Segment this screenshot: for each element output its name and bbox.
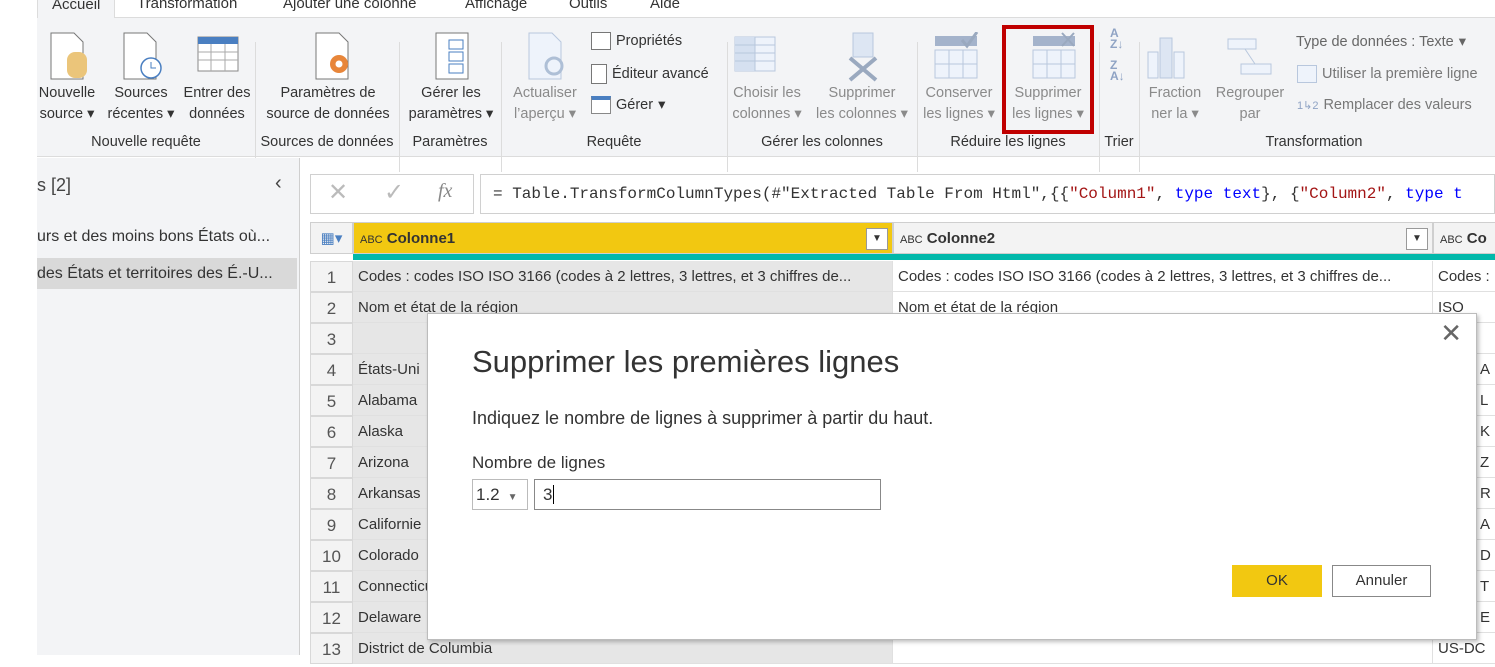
row-number[interactable]: 2 xyxy=(310,292,353,323)
data-source-settings-icon xyxy=(315,32,349,80)
text-type-icon: ABC xyxy=(900,234,923,246)
row-number[interactable]: 4 xyxy=(310,354,353,385)
choose-columns-button[interactable]: Choisir les colonnes ▾ xyxy=(727,83,807,125)
query-item-selected[interactable]: des États et territoires des É.-U... xyxy=(37,258,297,289)
row-number[interactable]: 1 xyxy=(310,261,353,292)
ok-button[interactable]: OK xyxy=(1232,565,1322,597)
advanced-editor-icon xyxy=(591,64,607,84)
sort-ascending-icon[interactable]: A Z↓ xyxy=(1110,27,1123,50)
row-number[interactable]: 13 xyxy=(310,633,353,664)
tab-affichage[interactable]: Affichage xyxy=(465,0,527,12)
enter-data-icon xyxy=(197,36,239,72)
group-by-button[interactable]: Regrouper par xyxy=(1209,83,1291,125)
choose-columns-icon xyxy=(734,36,776,72)
row-count-input[interactable]: 3 xyxy=(534,479,881,510)
tab-ajouter-colonne[interactable]: Ajouter une colonne xyxy=(283,0,416,12)
split-column-button[interactable]: Fraction ner la ▾ xyxy=(1141,83,1209,125)
use-first-row-button[interactable]: Utiliser la première ligne xyxy=(1297,65,1478,83)
query-item[interactable]: urs et des moins bons États où... xyxy=(37,221,297,252)
cancel-formula-icon[interactable]: ✕ xyxy=(328,178,348,207)
row-number[interactable]: 10 xyxy=(310,540,353,571)
text-type-icon: ABC xyxy=(360,234,383,246)
replace-values-button[interactable]: 1↳2 Remplacer des valeurs xyxy=(1297,97,1472,113)
column-header-1[interactable]: ABC Colonne1 ▼ xyxy=(353,222,893,254)
row-number[interactable]: 8 xyxy=(310,478,353,509)
group-label-parameters: Paramètres xyxy=(412,134,488,150)
new-source-icon xyxy=(50,32,87,80)
properties-icon xyxy=(591,32,611,50)
group-label-new-query: Nouvelle requête xyxy=(91,134,201,150)
column-filter-dropdown[interactable]: ▼ xyxy=(866,228,888,250)
sort-descending-icon[interactable]: Z A↓ xyxy=(1110,59,1125,82)
row-number[interactable]: 6 xyxy=(310,416,353,447)
keep-rows-button[interactable]: Conserver les lignes ▾ xyxy=(919,83,999,125)
remove-top-rows-dialog: ✕ Supprimer les premières lignes Indique… xyxy=(427,313,1477,640)
dialog-title: Supprimer les premières lignes xyxy=(472,344,900,379)
properties-button[interactable]: Propriétés xyxy=(591,32,682,50)
advanced-editor-button[interactable]: Éditeur avancé xyxy=(591,64,709,84)
row-count-label: Nombre de lignes xyxy=(472,453,606,472)
use-first-row-icon xyxy=(1297,65,1317,83)
cancel-button[interactable]: Annuler xyxy=(1332,565,1431,597)
row-number[interactable]: 7 xyxy=(310,447,353,478)
manage-parameters-button[interactable]: Gérer les paramètres ▾ xyxy=(401,83,501,125)
text-type-icon: ABC xyxy=(1440,234,1463,246)
column-header-3[interactable]: ABC Co xyxy=(1433,222,1495,254)
dialog-description: Indiquez le nombre de lignes à supprimer… xyxy=(472,408,934,428)
column-filter-dropdown[interactable]: ▼ xyxy=(1406,228,1428,250)
table-menu-icon[interactable]: ▦▾ xyxy=(310,222,353,254)
remove-rows-button[interactable]: Supprimer les lignes ▾ xyxy=(1006,83,1090,125)
table-row: 1 Codes : codes ISO ISO 3166 (codes à 2 … xyxy=(310,261,1495,292)
close-icon[interactable]: ✕ xyxy=(1440,318,1462,349)
tab-transformation[interactable]: Transformation xyxy=(137,0,237,12)
new-source-button[interactable]: Nouvelle source ▾ xyxy=(33,83,101,125)
row-number[interactable]: 11 xyxy=(310,571,353,602)
column-quality-bar xyxy=(353,254,1495,260)
enter-data-button[interactable]: Entrer des données xyxy=(179,83,255,125)
column-header-2[interactable]: ABC Colonne2 ▼ xyxy=(893,222,1433,254)
group-label-transform: Transformation xyxy=(1265,134,1363,150)
keep-rows-icon xyxy=(934,32,979,79)
tab-accueil[interactable]: Accueil xyxy=(37,0,116,19)
tab-aide[interactable]: Aide xyxy=(650,0,680,12)
tab-outils[interactable]: Outils xyxy=(569,0,607,12)
recent-sources-icon xyxy=(123,32,162,80)
manage-parameters-icon xyxy=(435,32,469,80)
row-number[interactable]: 5 xyxy=(310,385,353,416)
refresh-preview-icon xyxy=(528,32,564,80)
collapse-pane-icon[interactable]: ‹ xyxy=(275,172,282,195)
data-type-dropdown[interactable]: Type de données : Texte ▾ xyxy=(1296,34,1466,50)
manage-button[interactable]: Gérer ▾ xyxy=(591,96,665,114)
replace-values-icon: 1↳2 xyxy=(1297,99,1319,112)
row-number[interactable]: 12 xyxy=(310,602,353,633)
formula-bar: ✕ ✓ fx = Table.TransformColumnTypes(#"Ex… xyxy=(310,174,1495,214)
group-label-query: Requête xyxy=(586,134,642,150)
group-label-reduce-rows: Réduire les lignes xyxy=(950,134,1066,150)
queries-title: s [2] xyxy=(37,175,72,195)
confirm-formula-icon[interactable]: ✓ xyxy=(384,178,404,207)
remove-columns-icon xyxy=(848,32,878,82)
queries-pane: s [2] ‹ urs et des moins bons États où..… xyxy=(37,158,300,655)
recent-sources-button[interactable]: Sources récentes ▾ xyxy=(103,83,179,125)
group-by-icon xyxy=(1227,38,1272,75)
cell-col2[interactable]: Codes : codes ISO ISO 3166 (codes à 2 le… xyxy=(893,261,1433,292)
cell-col3[interactable]: Codes : xyxy=(1433,261,1495,292)
remove-columns-button[interactable]: Supprimer les colonnes ▾ xyxy=(809,83,915,125)
ribbon: A Z↓ Z A↓ Nouvelle source ▾ Sources récentes… xyxy=(37,18,1495,172)
number-type-select[interactable]: 1.2 ▼ xyxy=(472,479,528,510)
data-source-settings-button[interactable]: Paramètres de source de données xyxy=(259,83,397,125)
row-number[interactable]: 9 xyxy=(310,509,353,540)
cell-col1[interactable]: Codes : codes ISO ISO 3166 (codes à 2 le… xyxy=(353,261,893,292)
refresh-preview-button[interactable]: Actualiser l’aperçu ▾ xyxy=(505,83,585,125)
group-label-data-sources: Sources de données xyxy=(260,134,394,150)
split-column-icon xyxy=(1147,37,1185,79)
formula-input[interactable]: = Table.TransformColumnTypes(#"Extracted… xyxy=(480,174,1495,214)
row-number[interactable]: 3 xyxy=(310,323,353,354)
group-label-sort: Trier xyxy=(1104,134,1134,150)
group-label-manage-columns: Gérer les colonnes xyxy=(761,134,883,150)
ribbon-tabs: Accueil Transformation Ajouter une colon… xyxy=(37,0,1495,19)
manage-icon xyxy=(591,96,611,114)
fx-icon[interactable]: fx xyxy=(438,180,452,203)
